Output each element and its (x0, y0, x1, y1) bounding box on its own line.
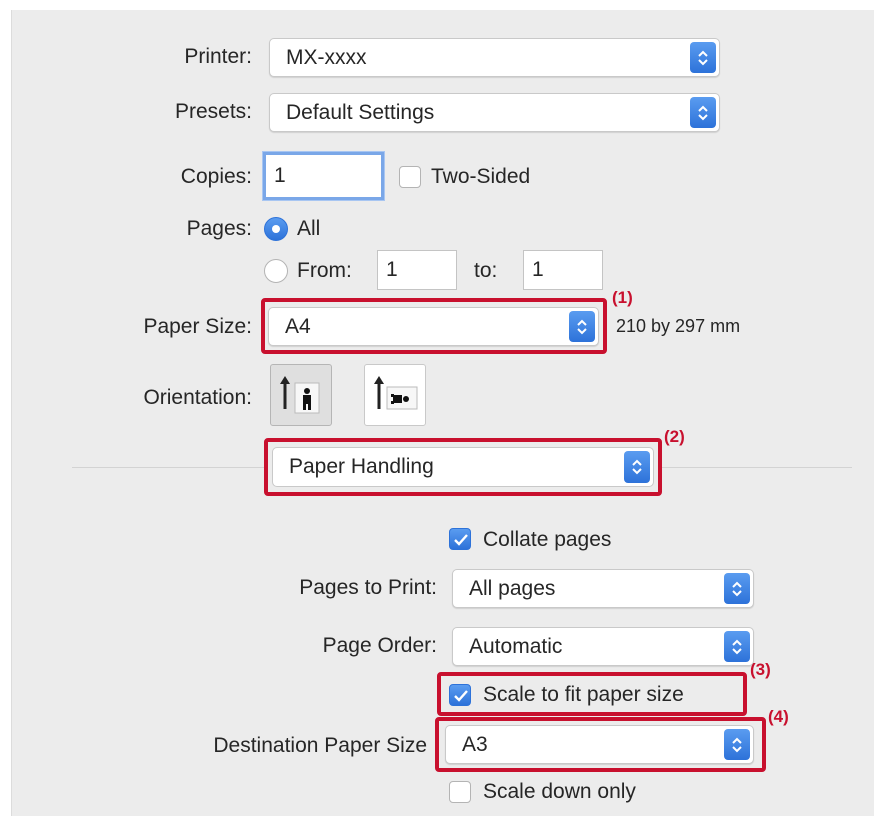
pages-from-field[interactable]: 1 (377, 250, 457, 290)
pages-to-label: to: (474, 259, 498, 282)
callout-4: (4) (768, 707, 789, 726)
landscape-orientation-button[interactable] (364, 364, 426, 426)
pages-to-print-popup[interactable]: All pages (452, 569, 754, 608)
two-sided-label: Two-Sided (431, 165, 531, 188)
paper-size-dimensions: 210 by 297 mm (616, 316, 741, 336)
printer-popup[interactable]: MX-xxxx (269, 38, 720, 77)
pages-from-label: From: (297, 259, 352, 282)
highlight-box-4 (435, 717, 766, 772)
presets-label: Presets: (174, 100, 252, 123)
checkmark-icon (454, 534, 468, 546)
pages-to-print-value: All pages (469, 576, 556, 600)
pages-to-value: 1 (532, 258, 544, 281)
pages-all-radio[interactable] (264, 217, 288, 241)
highlight-box-2 (264, 438, 662, 496)
pages-all-label: All (297, 217, 321, 240)
destination-paper-size-label: Destination Paper Size (213, 734, 427, 757)
highlight-box-3 (437, 672, 747, 716)
scale-down-only-checkbox[interactable] (449, 781, 471, 803)
highlight-box-1 (261, 298, 607, 354)
copies-label: Copies: (180, 165, 252, 188)
pages-label: Pages: (186, 217, 252, 240)
landscape-icon (374, 376, 418, 410)
collate-checkbox[interactable] (449, 528, 471, 550)
collate-label: Collate pages (483, 528, 612, 551)
callout-1: (1) (612, 288, 633, 307)
popup-stepper-icon (690, 42, 716, 73)
page-order-label: Page Order: (322, 634, 437, 657)
printer-value: MX-xxxx (286, 45, 367, 69)
popup-stepper-icon (724, 631, 750, 662)
copies-value: 1 (274, 164, 286, 187)
pages-from-radio[interactable] (264, 259, 288, 283)
portrait-icon (280, 376, 320, 414)
popup-stepper-icon (724, 573, 750, 604)
portrait-orientation-button[interactable] (270, 364, 332, 426)
presets-value: Default Settings (286, 100, 435, 124)
popup-stepper-icon (690, 97, 716, 128)
callout-3: (3) (750, 660, 771, 679)
orientation-label: Orientation: (143, 386, 252, 409)
two-sided-checkbox[interactable] (399, 166, 421, 188)
callout-2: (2) (664, 427, 685, 446)
pages-from-value: 1 (386, 258, 398, 281)
print-dialog-panel: Printer: MX-xxxx Presets: Default Settin… (11, 10, 874, 816)
printer-label: Printer: (184, 45, 252, 68)
page-order-popup[interactable]: Automatic (452, 627, 754, 666)
presets-popup[interactable]: Default Settings (269, 93, 720, 132)
paper-size-label: Paper Size: (143, 315, 252, 338)
copies-field[interactable]: 1 (263, 152, 384, 200)
pages-to-field[interactable]: 1 (523, 250, 603, 290)
page-order-value: Automatic (469, 634, 563, 658)
scale-down-only-label: Scale down only (483, 780, 636, 803)
pages-to-print-label: Pages to Print: (299, 576, 437, 599)
